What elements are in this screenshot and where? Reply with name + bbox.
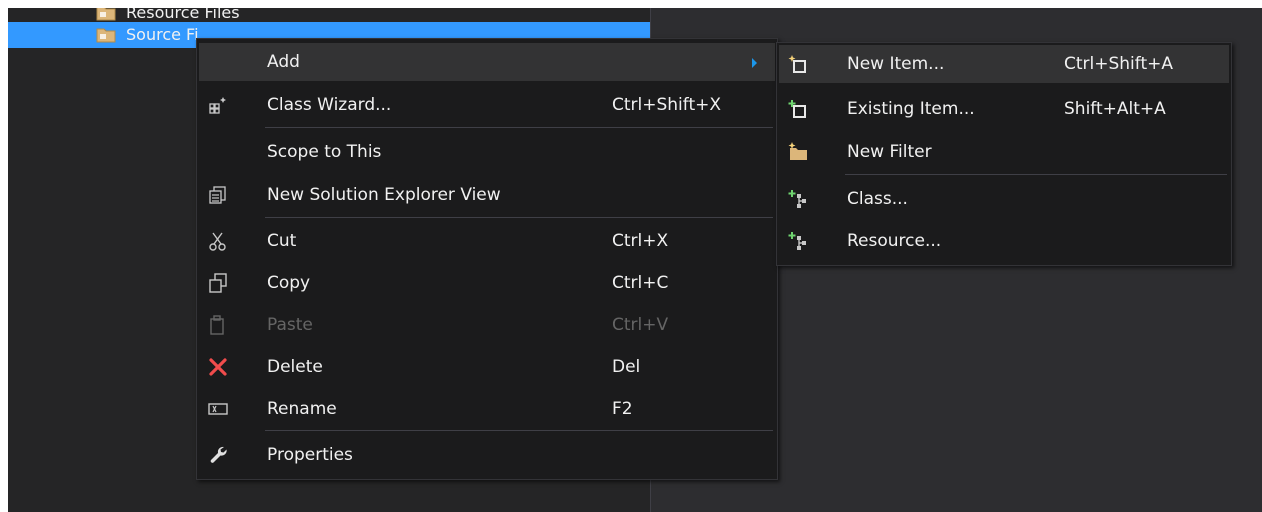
new-view-icon — [209, 186, 226, 204]
menu-item-new-solution-explorer-view[interactable]: New Solution Explorer View — [199, 176, 775, 214]
menu-item-delete[interactable]: Delete Del — [199, 348, 775, 386]
menu-separator — [265, 430, 773, 431]
class-wizard-icon — [209, 97, 226, 114]
clipboard-icon — [210, 315, 224, 335]
menu-item-label: Class Wizard... — [267, 95, 392, 115]
add-resource-icon — [788, 232, 806, 250]
menu-item-shortcut: Ctrl+X — [612, 231, 669, 251]
scissors-icon — [209, 232, 226, 251]
menu-item-cut[interactable]: Cut Ctrl+X — [199, 222, 775, 260]
menu-separator — [265, 217, 773, 218]
menu-item-shortcut: Shift+Alt+A — [1064, 99, 1166, 119]
menu-item-add-resource[interactable]: Resource... — [779, 222, 1229, 260]
menu-item-shortcut: Del — [612, 357, 641, 377]
menu-item-properties[interactable]: Properties — [199, 436, 775, 474]
menu-item-paste: Paste Ctrl+V — [199, 306, 775, 344]
delete-x-icon — [209, 358, 227, 376]
menu-item-label: Delete — [267, 357, 323, 377]
add-submenu: New Item... Ctrl+Shift+A Existing Item..… — [776, 42, 1232, 266]
submenu-arrow-icon — [752, 58, 757, 68]
rename-icon — [208, 403, 228, 415]
menu-item-label: Scope to This — [267, 142, 382, 162]
existing-item-icon — [788, 100, 806, 118]
menu-item-label: Resource... — [847, 231, 942, 251]
menu-item-label: Rename — [267, 399, 337, 419]
menu-item-shortcut: Ctrl+Shift+X — [612, 95, 722, 115]
menu-item-shortcut: Ctrl+V — [612, 315, 669, 335]
filter-folder-icon — [96, 8, 116, 21]
add-class-icon — [788, 190, 806, 208]
menu-item-label: New Filter — [847, 142, 932, 162]
new-filter-icon — [788, 142, 807, 160]
filter-folder-icon — [96, 28, 116, 43]
menu-item-shortcut: Ctrl+Shift+A — [1064, 54, 1174, 74]
menu-item-scope-to-this[interactable]: Scope to This — [199, 133, 775, 171]
menu-item-label: New Solution Explorer View — [267, 185, 501, 205]
menu-item-new-filter[interactable]: New Filter — [779, 133, 1229, 171]
new-item-icon — [788, 55, 806, 73]
menu-separator — [265, 127, 773, 128]
menu-item-label: Class... — [847, 189, 908, 209]
menu-item-new-item[interactable]: New Item... Ctrl+Shift+A — [779, 45, 1229, 83]
menu-item-add-class[interactable]: Class... — [779, 180, 1229, 218]
menu-item-label: Copy — [267, 273, 311, 293]
menu-item-label: Cut — [267, 231, 297, 251]
wrench-icon — [210, 446, 227, 463]
menu-item-rename[interactable]: Rename F2 — [199, 390, 775, 428]
menu-item-copy[interactable]: Copy Ctrl+C — [199, 264, 775, 302]
menu-item-label: Add — [267, 52, 300, 72]
menu-separator — [845, 174, 1227, 175]
copy-icon — [209, 273, 227, 293]
menu-item-label: Existing Item... — [847, 99, 975, 119]
menu-item-class-wizard[interactable]: Class Wizard... Ctrl+Shift+X — [199, 86, 775, 124]
menu-item-label: New Item... — [847, 54, 945, 74]
menu-item-shortcut: Ctrl+C — [612, 273, 669, 293]
menu-item-existing-item[interactable]: Existing Item... Shift+Alt+A — [779, 90, 1229, 128]
menu-item-add[interactable]: Add — [199, 43, 775, 81]
menu-item-shortcut: F2 — [612, 399, 633, 419]
context-menu: Add Class Wizard... Ctrl+Shift+X Scope t… — [196, 38, 778, 480]
screenshot-stage: Resource Files Source Fi Add Class Wizar… — [0, 0, 1262, 512]
menu-item-label: Paste — [267, 315, 313, 335]
tree-item-label: Source Fi — [126, 25, 199, 44]
menu-item-label: Properties — [267, 445, 353, 465]
